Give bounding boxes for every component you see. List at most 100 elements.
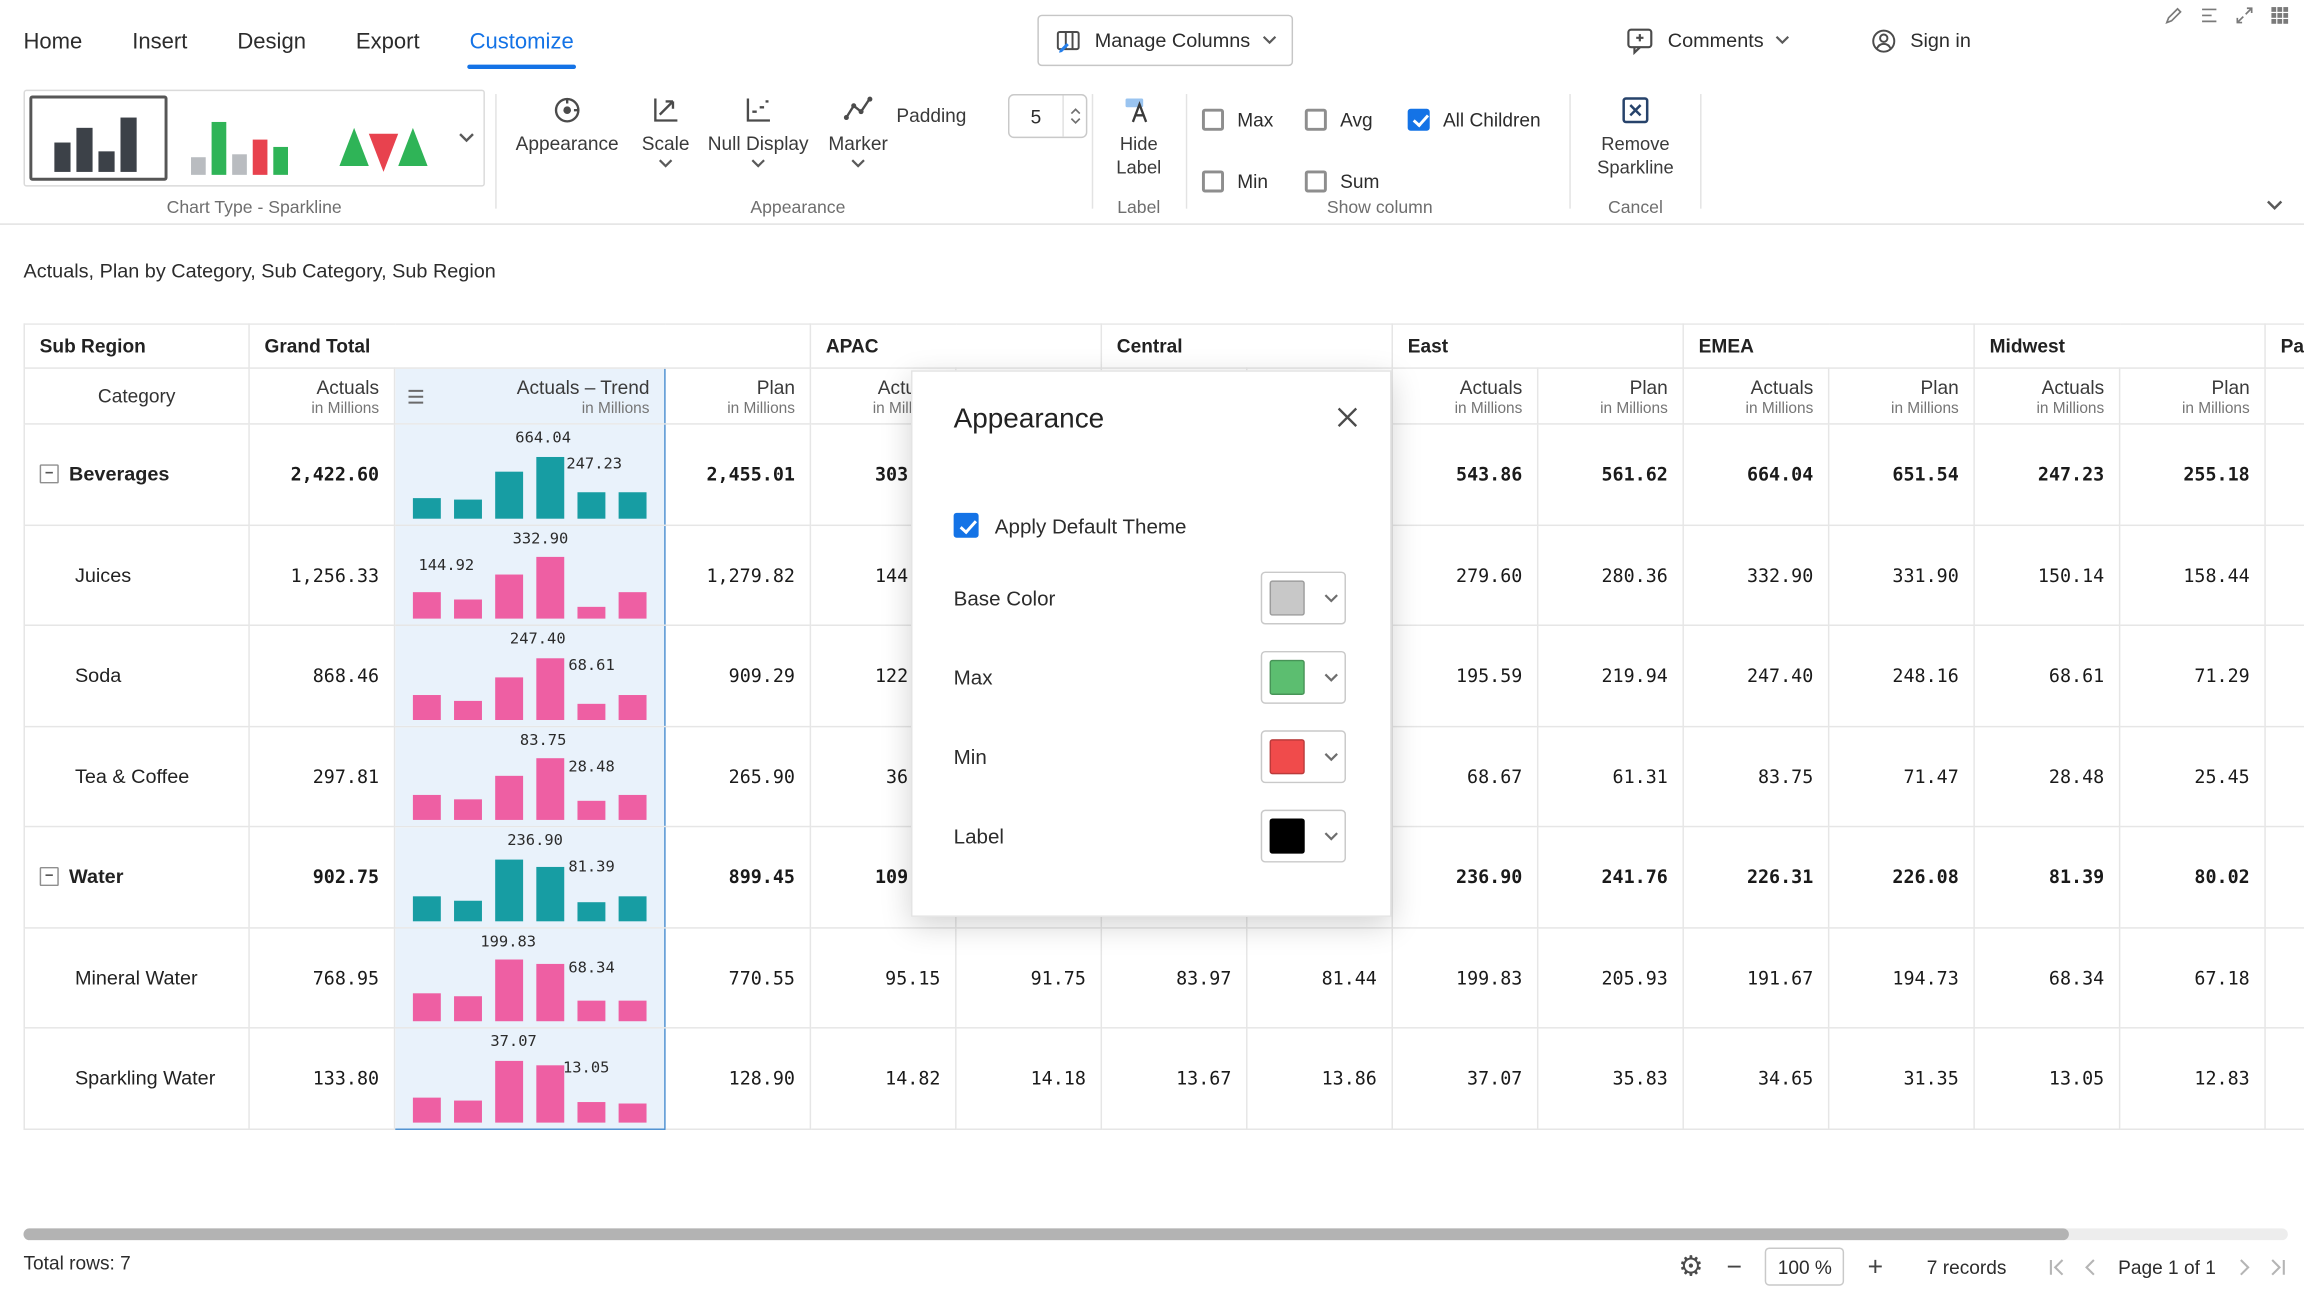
cell-east_plan[interactable]: 35.83 [1538,1028,1683,1129]
color-picker-min[interactable] [1261,730,1346,783]
cell-pacific_stub[interactable] [2265,827,2304,928]
cell-plan[interactable]: 1,279.82 [665,525,811,626]
cell-east_plan[interactable]: 61.31 [1538,726,1683,827]
column-header-east_actuals[interactable]: Actualsin Millions [1392,368,1537,424]
cell-apac_actuals[interactable]: 95.15 [810,927,955,1028]
pencil-icon[interactable] [2164,6,2183,25]
cell-central_actuals[interactable]: 83.97 [1101,927,1246,1028]
horizontal-scrollbar[interactable] [24,1228,2288,1240]
row-label-soda[interactable]: Soda [24,625,249,726]
column-group-grand-total[interactable]: Grand Total [249,324,810,368]
cell-actuals[interactable]: 868.46 [249,625,394,726]
cell-east_actuals[interactable]: 195.59 [1392,625,1537,726]
outline-icon[interactable] [2200,6,2219,25]
cell-emea_actuals[interactable]: 247.40 [1683,625,1828,726]
column-header-actuals[interactable]: Actualsin Millions [249,368,394,424]
cell-plan[interactable]: 2,455.01 [665,424,811,525]
cell-midwest_actuals[interactable]: 68.61 [1974,625,2119,726]
row-label-tea-coffee[interactable]: Tea & Coffee [24,726,249,827]
column-group-emea[interactable]: EMEA [1683,324,1974,368]
cell-actuals[interactable]: 768.95 [249,927,394,1028]
zoom-level-input[interactable]: 100 % [1765,1248,1844,1286]
cell-emea_plan[interactable]: 331.90 [1829,525,1974,626]
cell-pacific_stub[interactable] [2265,424,2304,525]
tab-export[interactable]: Export [356,0,420,82]
color-picker-max[interactable] [1261,651,1346,704]
cell-midwest_actuals[interactable]: 13.05 [1974,1028,2119,1129]
column-header-east_plan[interactable]: Planin Millions [1538,368,1683,424]
sparkline-type-colored-column[interactable] [172,96,310,181]
cell-midwest_actuals[interactable]: 68.34 [1974,927,2119,1028]
cell-emea_plan[interactable]: 71.47 [1829,726,1974,827]
column-header-midwest_actuals[interactable]: Actualsin Millions [1974,368,2119,424]
cell-midwest_actuals[interactable]: 28.48 [1974,726,2119,827]
cell-pacific_stub[interactable] [2265,625,2304,726]
cell-emea_plan[interactable]: 194.73 [1829,927,1974,1028]
cell-actuals[interactable]: 1,256.33 [249,525,394,626]
cell-east_plan[interactable]: 561.62 [1538,424,1683,525]
cell-central_plan[interactable]: 81.44 [1247,927,1392,1028]
cell-east_plan[interactable]: 241.76 [1538,827,1683,928]
cell-plan[interactable]: 899.45 [665,827,811,928]
previous-page-icon[interactable] [2078,1256,2100,1278]
cell-east_plan[interactable]: 205.93 [1538,927,1683,1028]
gallery-expand-chevron[interactable] [458,132,474,144]
appearance-button[interactable]: Appearance [508,93,626,155]
sparkline-type-win-loss[interactable] [314,96,452,181]
column-group-pa[interactable]: Pa [2265,324,2304,368]
cell-east_actuals[interactable]: 199.83 [1392,927,1537,1028]
cell-midwest_plan[interactable]: 12.83 [2120,1028,2265,1129]
column-header-emea_plan[interactable]: Planin Millions [1829,368,1974,424]
zoom-out-button[interactable]: − [1721,1251,1747,1282]
sparkline-column-header[interactable]: Actuals – Trendin Millions [395,368,665,424]
cell-midwest_actuals[interactable]: 81.39 [1974,827,2119,928]
marker-button[interactable]: Marker [820,93,896,169]
checkbox-box-max[interactable] [1202,108,1224,130]
cell-actuals[interactable]: 133.80 [249,1028,394,1129]
cell-actuals[interactable]: 297.81 [249,726,394,827]
checkbox-all-children[interactable]: All Children [1408,108,1602,130]
next-page-icon[interactable] [2233,1256,2255,1278]
cell-emea_plan[interactable]: 651.54 [1829,424,1974,525]
padding-stepper[interactable]: 5 [1008,94,1087,138]
cell-midwest_plan[interactable]: 255.18 [2120,424,2265,525]
first-page-icon[interactable] [2045,1256,2067,1278]
collapse-icon[interactable]: − [40,867,59,886]
collapse-ribbon-icon[interactable] [2266,200,2284,212]
cell-emea_plan[interactable]: 226.08 [1829,827,1974,928]
cell-actuals[interactable]: 902.75 [249,827,394,928]
cell-plan[interactable]: 128.90 [665,1028,811,1129]
column-header-plan[interactable]: Planin Millions [665,368,811,424]
column-header-pacific_stub[interactable] [2265,368,2304,424]
checkbox-box-min[interactable] [1202,170,1224,192]
cell-apac_plan[interactable]: 14.18 [956,1028,1101,1129]
sparkline-cell[interactable]: 664.04247.23 [395,424,665,525]
cell-midwest_plan[interactable]: 67.18 [2120,927,2265,1028]
checkbox-box-avg[interactable] [1305,108,1327,130]
cell-apac_plan[interactable]: 91.75 [956,927,1101,1028]
cell-east_actuals[interactable]: 236.90 [1392,827,1537,928]
cell-midwest_plan[interactable]: 158.44 [2120,525,2265,626]
cell-midwest_plan[interactable]: 71.29 [2120,625,2265,726]
cell-central_actuals[interactable]: 13.67 [1101,1028,1246,1129]
column-group-east[interactable]: East [1392,324,1683,368]
checkbox-box-all-children[interactable] [1408,108,1430,130]
sparkline-cell[interactable]: 247.4068.61 [395,625,665,726]
color-picker-label[interactable] [1261,810,1346,863]
cell-pacific_stub[interactable] [2265,927,2304,1028]
cell-actuals[interactable]: 2,422.60 [249,424,394,525]
hide-label-button[interactable]: Hide Label [1098,93,1180,180]
tab-design[interactable]: Design [237,0,306,82]
tab-home[interactable]: Home [24,0,83,82]
cell-emea_plan[interactable]: 248.16 [1829,625,1974,726]
checkbox-min[interactable]: Min [1202,170,1305,192]
cell-plan[interactable]: 909.29 [665,625,811,726]
cell-plan[interactable]: 770.55 [665,927,811,1028]
column-group-central[interactable]: Central [1101,324,1392,368]
cell-emea_actuals[interactable]: 664.04 [1683,424,1828,525]
color-picker-base-color[interactable] [1261,572,1346,625]
remove-sparkline-button[interactable]: Remove Sparkline [1575,93,1695,180]
sign-in-button[interactable]: Sign in [1869,15,1971,66]
last-page-icon[interactable] [2267,1256,2289,1278]
cell-emea_actuals[interactable]: 191.67 [1683,927,1828,1028]
